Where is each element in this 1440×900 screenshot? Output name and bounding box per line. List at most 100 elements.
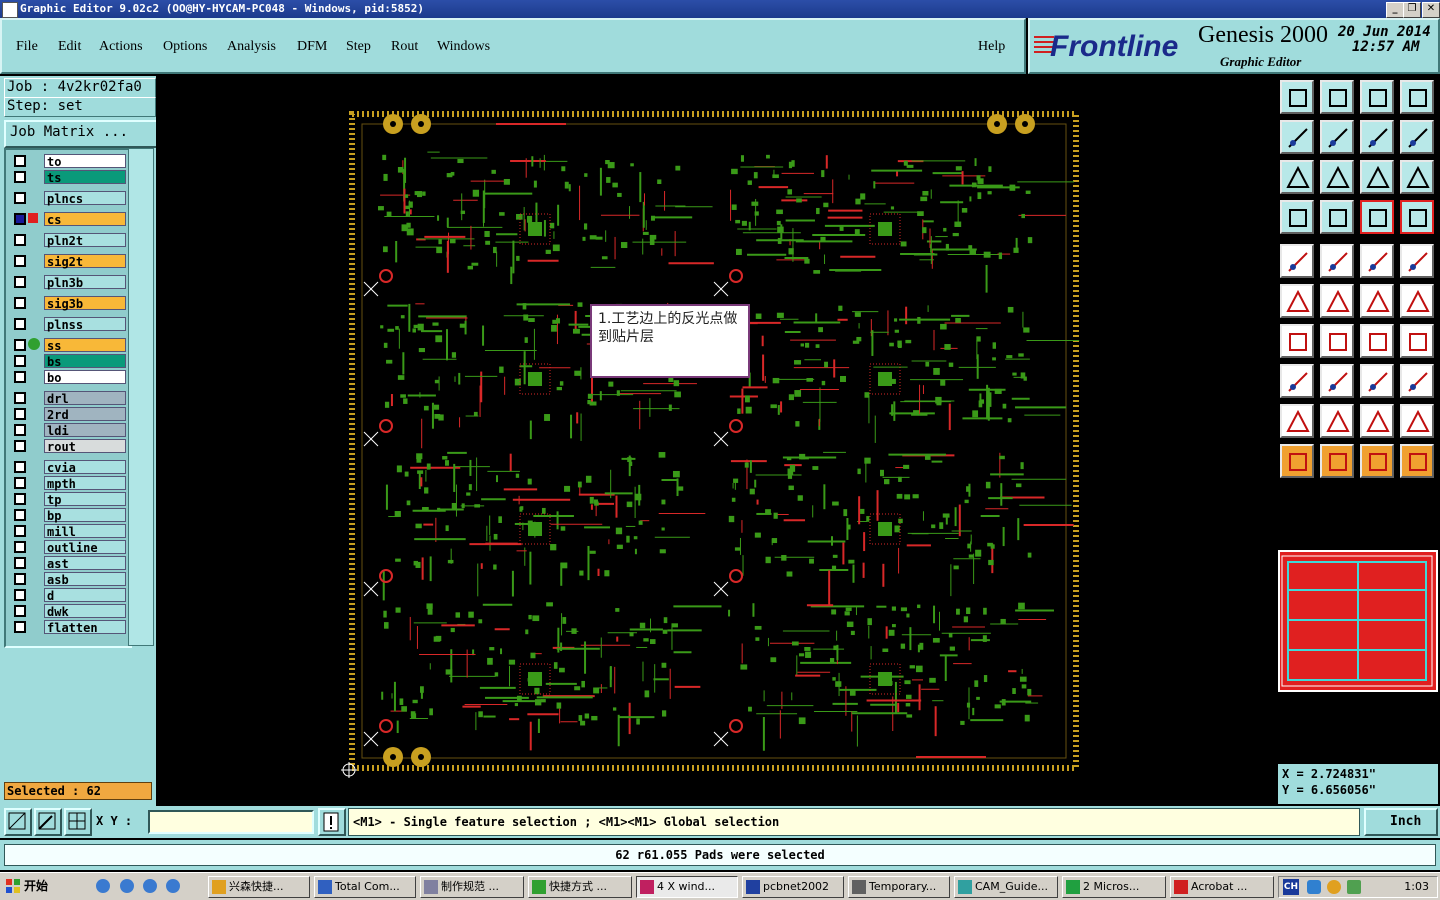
menu-file[interactable]: File [16, 39, 38, 55]
layer-checkbox[interactable] [14, 318, 26, 330]
layer-row-plnss[interactable]: plnss [10, 317, 128, 332]
shapes-tool[interactable] [1400, 364, 1434, 398]
zoom-fit-tool[interactable] [1280, 160, 1314, 194]
minus-tool[interactable] [1320, 364, 1354, 398]
layer-checkbox[interactable] [14, 213, 26, 225]
menu-step[interactable]: Step [346, 39, 371, 55]
layer-row-ast[interactable]: ast [10, 556, 128, 571]
layer-checkbox[interactable] [14, 557, 26, 569]
media-icon[interactable] [120, 879, 134, 893]
layer-row-bp[interactable]: bp [10, 508, 128, 523]
layer-checkbox[interactable] [14, 605, 26, 617]
layer-row-d[interactable]: d [10, 588, 128, 603]
layer-row-tp[interactable]: tp [10, 492, 128, 507]
layer-checkbox[interactable] [14, 276, 26, 288]
pointer-c-tool[interactable] [1360, 444, 1394, 478]
cross-tool[interactable] [1320, 284, 1354, 318]
layer-checkbox[interactable] [14, 477, 26, 489]
layer-row-bo[interactable]: bo [10, 370, 128, 385]
layer-row-mpth[interactable]: mpth [10, 476, 128, 491]
layer-checkbox[interactable] [14, 509, 26, 521]
layer-row-outline[interactable]: outline [10, 540, 128, 555]
taskbar-task[interactable]: CAM_Guide... [954, 876, 1058, 898]
ruler-tool[interactable] [1360, 244, 1394, 278]
zoom-center-tool[interactable] [1320, 160, 1354, 194]
export-tool[interactable] [1320, 120, 1354, 154]
layer-checkbox[interactable] [14, 234, 26, 246]
layer-row-ss[interactable]: ss [10, 338, 128, 353]
add-pad-tool[interactable] [1280, 244, 1314, 278]
layer-checkbox[interactable] [14, 493, 26, 505]
layer-row-dwk[interactable]: dwk [10, 604, 128, 619]
add-line-tool[interactable] [1320, 244, 1354, 278]
minimize-button[interactable]: _ [1386, 2, 1404, 18]
select-circle-tool[interactable] [1400, 244, 1434, 278]
taskbar-task[interactable]: pcbnet2002 [742, 876, 844, 898]
menu-options[interactable]: Options [163, 39, 207, 55]
units-selector[interactable]: Inch [1364, 808, 1438, 836]
slash-tool[interactable] [1320, 324, 1354, 358]
undo-tool[interactable] [1360, 120, 1394, 154]
measure-button[interactable] [34, 808, 62, 836]
layer-checkbox[interactable] [14, 573, 26, 585]
layer-row-drl[interactable]: drl [10, 391, 128, 406]
connect-tool[interactable] [1400, 284, 1434, 318]
layer-row-sig3b[interactable]: sig3b [10, 296, 128, 311]
job-matrix-button[interactable]: Job Matrix ... [4, 120, 160, 148]
import-tool[interactable] [1280, 120, 1314, 154]
layer-row-bs[interactable]: bs [10, 354, 128, 369]
layer-row-asb[interactable]: asb [10, 572, 128, 587]
menu-windows[interactable]: Windows [437, 39, 490, 55]
layer-row-flatten[interactable]: flatten [10, 620, 128, 635]
taskbar-task[interactable]: Acrobat ... [1170, 876, 1274, 898]
xy-input[interactable] [148, 810, 314, 834]
taskbar-task[interactable]: Temporary... [848, 876, 950, 898]
layer-row-to[interactable]: to [10, 154, 128, 169]
panel-overview[interactable] [1278, 550, 1438, 692]
layer-checkbox[interactable] [14, 440, 26, 452]
layer-checkbox[interactable] [14, 525, 26, 537]
mirror-tool[interactable] [1400, 324, 1434, 358]
pointer-a-tool[interactable] [1280, 444, 1314, 478]
close-button[interactable]: ✕ [1422, 2, 1440, 18]
window-title-bar[interactable]: Graphic Editor 9.02c2 (OO@HY-HYCAM-PC048… [0, 0, 1440, 18]
ie-icon[interactable] [96, 879, 110, 893]
tools-tool[interactable] [1280, 200, 1314, 234]
layer-checkbox[interactable] [14, 461, 26, 473]
x-icon[interactable] [166, 879, 180, 893]
triangle-c-tool[interactable] [1360, 404, 1394, 438]
snap-button[interactable] [64, 808, 92, 836]
taskbar-task[interactable]: 2 Micros... [1062, 876, 1166, 898]
pointer-b-tool[interactable] [1320, 444, 1354, 478]
explorer-icon[interactable] [143, 879, 157, 893]
layer-row-ldi[interactable]: ldi [10, 423, 128, 438]
tray-app-icon[interactable] [1347, 880, 1361, 894]
copy-tool[interactable] [1280, 364, 1314, 398]
net-tool[interactable] [1280, 284, 1314, 318]
layer-list-scrollbar[interactable] [128, 148, 154, 646]
layer-row-pln3b[interactable]: pln3b [10, 275, 128, 290]
redo-tool[interactable] [1400, 120, 1434, 154]
menu-dfm[interactable]: DFM [297, 39, 327, 55]
layer-checkbox[interactable] [14, 155, 26, 167]
layer-checkbox[interactable] [14, 541, 26, 553]
layer-checkbox[interactable] [14, 424, 26, 436]
layer-checkbox[interactable] [14, 255, 26, 267]
zoom-1to1-tool[interactable] [1360, 160, 1394, 194]
triangle-d-tool[interactable] [1400, 404, 1434, 438]
taskbar-task[interactable]: 4 X wind... [636, 876, 738, 898]
layer-row-sig2t[interactable]: sig2t [10, 254, 128, 269]
taskbar-task[interactable]: 制作规范 ... [420, 876, 524, 898]
taskbar-task[interactable]: 兴森快捷... [208, 876, 310, 898]
triangle-b-tool[interactable] [1320, 404, 1354, 438]
graphic-canvas[interactable] [156, 76, 1276, 806]
layer-checkbox[interactable] [14, 371, 26, 383]
menu-rout[interactable]: Rout [391, 39, 418, 55]
angle-tool[interactable] [1280, 324, 1314, 358]
taskbar-task[interactable]: Total Com... [314, 876, 416, 898]
network-icon[interactable] [1307, 880, 1321, 894]
layer-row-pln2t[interactable]: pln2t [10, 233, 128, 248]
layer-row-ts[interactable]: ts [10, 170, 128, 185]
layer-row-2rd[interactable]: 2rd [10, 407, 128, 422]
grid-tool[interactable] [1320, 200, 1354, 234]
